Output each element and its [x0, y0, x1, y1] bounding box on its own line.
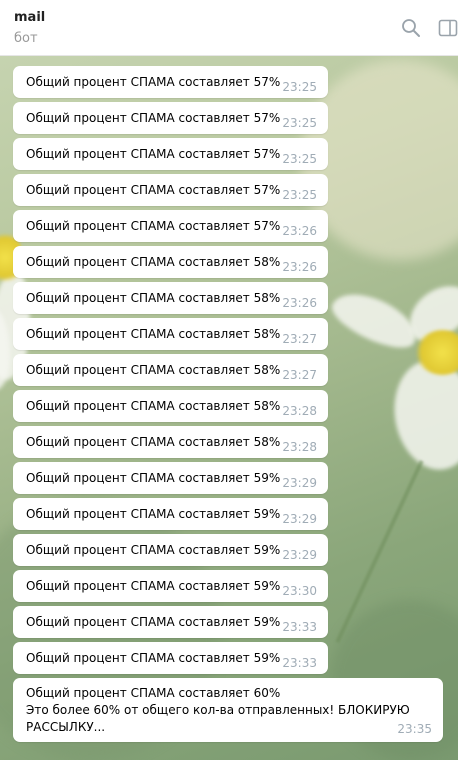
message-time: 23:35 — [397, 722, 432, 736]
message-bubble[interactable]: Общий процент СПАМА составляет 59% 23:33 — [13, 606, 328, 638]
chat-title[interactable]: mail — [14, 10, 45, 25]
message-time: 23:25 — [282, 116, 317, 130]
message-text: Общий процент СПАМА составляет 59% — [26, 615, 281, 629]
message-text: Общий процент СПАМА составляет 58% — [26, 291, 281, 305]
message-bubble[interactable]: Общий процент СПАМА составляет 59% 23:33 — [13, 642, 328, 674]
message-text: Общий процент СПАМА составляет 57% — [26, 75, 281, 89]
message-bubble[interactable]: Общий процент СПАМА составляет 59% 23:29 — [13, 534, 328, 566]
message-text: Общий процент СПАМА составляет 58% — [26, 399, 281, 413]
message-time: 23:27 — [282, 368, 317, 382]
message-text: Общий процент СПАМА составляет 59% — [26, 543, 281, 557]
message-bubble[interactable]: Общий процент СПАМА составляет 58% 23:27 — [13, 318, 328, 350]
message-text: Общий процент СПАМА составляет 59% — [26, 579, 281, 593]
search-icon[interactable] — [401, 18, 421, 38]
message-text: Общий процент СПАМА составляет 57% — [26, 183, 281, 197]
chat-header: mail бот — [0, 0, 458, 56]
message-time: 23:28 — [282, 440, 317, 454]
message-time: 23:28 — [282, 404, 317, 418]
message-bubble[interactable]: Общий процент СПАМА составляет 58% 23:28 — [13, 390, 328, 422]
message-text: Общий процент СПАМА составляет 57% — [26, 147, 281, 161]
message-time: 23:29 — [282, 476, 317, 490]
message-time: 23:26 — [282, 296, 317, 310]
message-bubble[interactable]: Общий процент СПАМА составляет 59% 23:29 — [13, 462, 328, 494]
message-bubble[interactable]: Общий процент СПАМА составляет 57% 23:25 — [13, 138, 328, 170]
message-time: 23:26 — [282, 224, 317, 238]
message-text: Общий процент СПАМА составляет 57% — [26, 111, 281, 125]
message-bubble[interactable]: Общий процент СПАМА составляет 59% 23:30 — [13, 570, 328, 602]
message-bubble[interactable]: Общий процент СПАМА составляет 57% 23:26 — [13, 210, 328, 242]
message-text: Общий процент СПАМА составляет 58% — [26, 255, 281, 269]
message-time: 23:30 — [282, 584, 317, 598]
message-time: 23:25 — [282, 80, 317, 94]
message-text: Общий процент СПАМА составляет 60% — [26, 686, 281, 700]
message-time: 23:33 — [282, 620, 317, 634]
message-text: Это более 60% от общего кол-ва отправлен… — [26, 703, 410, 717]
message-list[interactable]: Общий процент СПАМА составляет 57% 23:25… — [0, 56, 458, 760]
message-time: 23:25 — [282, 152, 317, 166]
message-bubble[interactable]: Общий процент СПАМА составляет 58% 23:26 — [13, 282, 328, 314]
chat-window: mail бот Общий процент СПАМА составляет … — [0, 0, 458, 760]
chat-status: бот — [14, 31, 38, 46]
message-time: 23:25 — [282, 188, 317, 202]
message-bubble[interactable]: Общий процент СПАМА составляет 57% 23:25 — [13, 174, 328, 206]
message-text: Общий процент СПАМА составляет 59% — [26, 651, 281, 665]
message-text: Общий процент СПАМА составляет 57% — [26, 219, 281, 233]
message-time: 23:26 — [282, 260, 317, 274]
message-text: Общий процент СПАМА составляет 58% — [26, 327, 281, 341]
message-time: 23:29 — [282, 512, 317, 526]
message-text: Общий процент СПАМА составляет 58% — [26, 363, 281, 377]
message-time: 23:27 — [282, 332, 317, 346]
message-time: 23:33 — [282, 656, 317, 670]
message-text: Общий процент СПАМА составляет 59% — [26, 471, 281, 485]
message-bubble[interactable]: Общий процент СПАМА составляет 58% 23:26 — [13, 246, 328, 278]
message-bubble[interactable]: Общий процент СПАМА составляет 59% 23:29 — [13, 498, 328, 530]
final-message-bubble[interactable]: Общий процент СПАМА составляет 60% Это б… — [13, 678, 443, 742]
message-text: Общий процент СПАМА составляет 59% — [26, 507, 281, 521]
message-bubble[interactable]: Общий процент СПАМА составляет 57% 23:25 — [13, 102, 328, 134]
message-bubble[interactable]: Общий процент СПАМА составляет 58% 23:28 — [13, 426, 328, 458]
sidebar-toggle-icon[interactable] — [438, 18, 458, 38]
message-bubble[interactable]: Общий процент СПАМА составляет 58% 23:27 — [13, 354, 328, 386]
message-bubble[interactable]: Общий процент СПАМА составляет 57% 23:25 — [13, 66, 328, 98]
message-text: РАССЫЛКУ... — [26, 720, 106, 734]
message-text: Общий процент СПАМА составляет 58% — [26, 435, 281, 449]
message-time: 23:29 — [282, 548, 317, 562]
